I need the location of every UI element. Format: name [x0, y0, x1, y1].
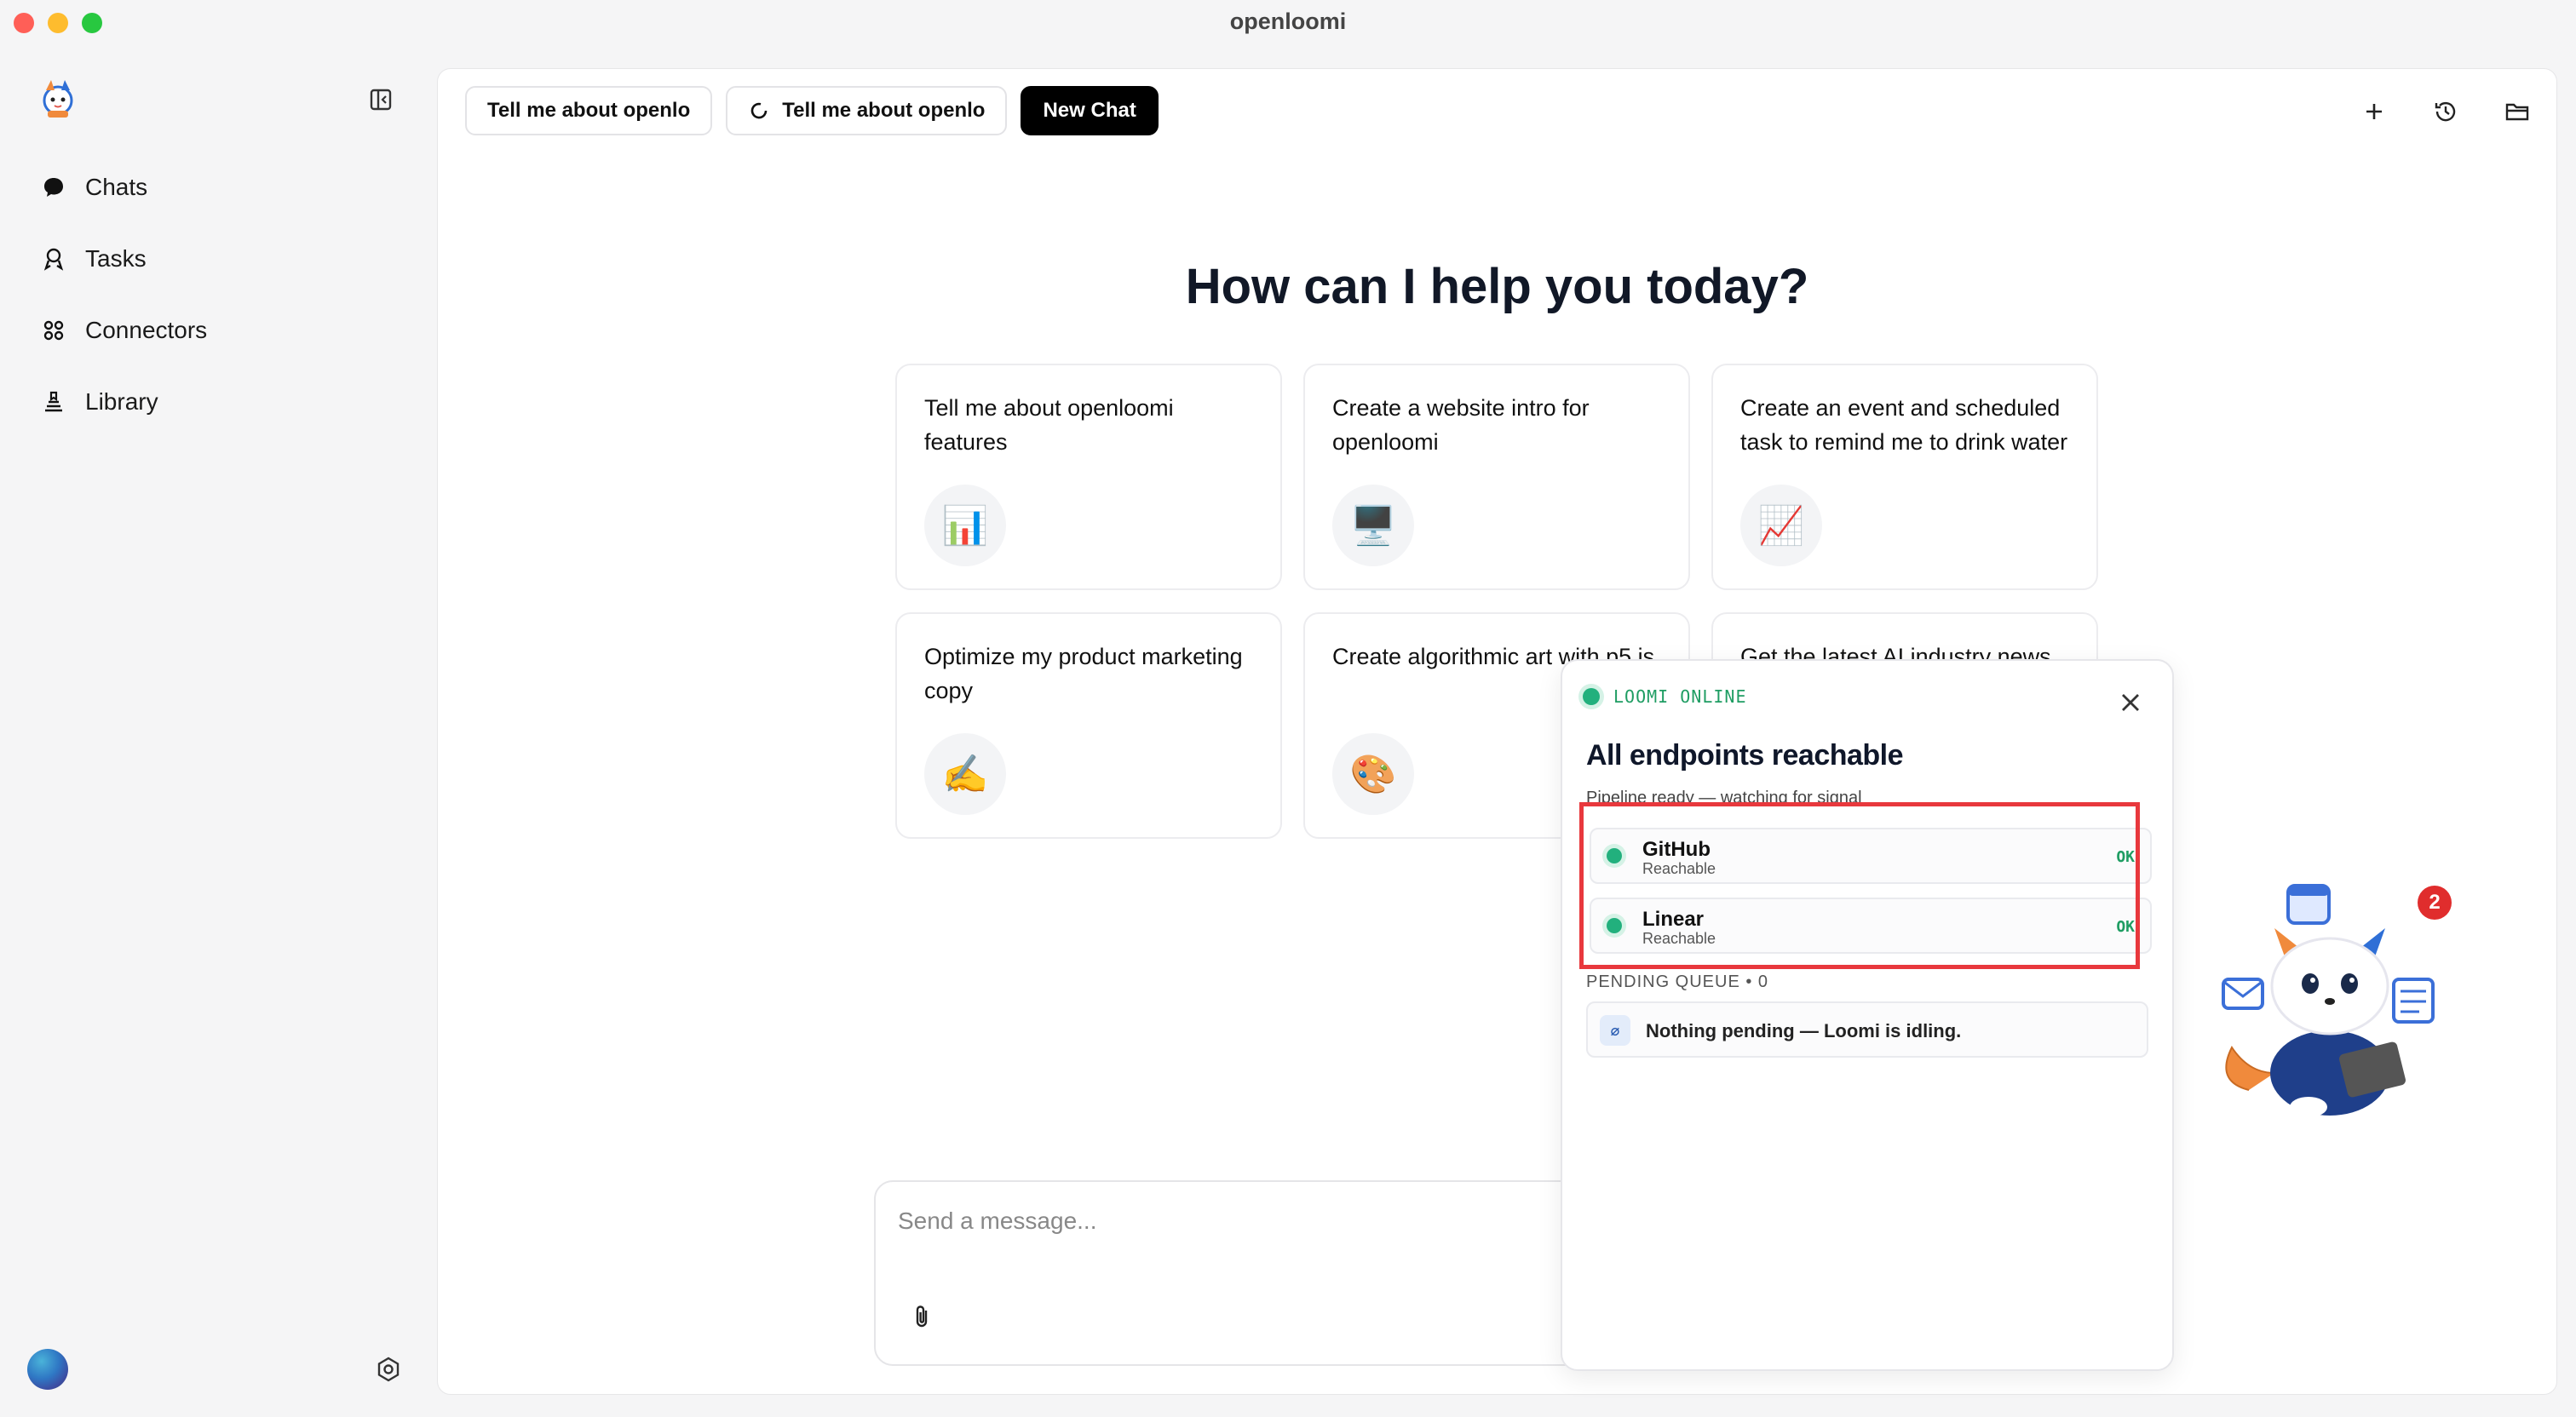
message-input[interactable]: [896, 1199, 1581, 1243]
paperclip-icon[interactable]: [908, 1303, 937, 1332]
suggestion-text: Optimize my product marketing copy: [924, 644, 1243, 703]
desktop-computer-icon: 🖥️: [1332, 485, 1414, 566]
suggestion-card[interactable]: Create a website intro for openloomi 🖥️: [1303, 364, 1690, 590]
connectors-icon: [43, 320, 64, 341]
sidebar-item-label: Chats: [85, 174, 148, 200]
sidebar-item-label: Library: [85, 388, 158, 415]
chat-tab-bar: Tell me about openlo Tell me about openl…: [465, 86, 1159, 137]
tab-label: New Chat: [1043, 99, 1136, 122]
palette-icon: 🎨: [1332, 733, 1414, 815]
pending-queue-empty: ⌀ Nothing pending — Loomi is idling.: [1586, 1001, 2148, 1058]
tab-chat-2[interactable]: Tell me about openlo: [726, 86, 1008, 135]
title-bar: openloomi: [0, 0, 2576, 46]
app-logo-icon[interactable]: [36, 77, 80, 121]
tab-label: Tell me about openlo: [487, 99, 691, 122]
tasks-icon: [43, 248, 64, 271]
window-title: openloomi: [1229, 9, 1347, 34]
sidebar-item-label: Connectors: [85, 317, 208, 343]
status-popover: LOOMI ONLINE All endpoints reachable Pip…: [1561, 659, 2174, 1371]
suggestion-card[interactable]: Tell me about openloomi features 📊: [895, 364, 1282, 590]
chart-increasing-icon: 📈: [1740, 485, 1822, 566]
sidebar-item-label: Tasks: [85, 245, 147, 272]
folder-icon[interactable]: [2504, 98, 2531, 125]
plus-icon[interactable]: [2360, 98, 2388, 125]
sidebar-collapse-icon[interactable]: [368, 87, 394, 112]
online-label: LOOMI ONLINE: [1613, 686, 1747, 707]
notification-badge[interactable]: 2: [2418, 886, 2452, 920]
mascot-fox-icon[interactable]: [2215, 877, 2453, 1124]
suggestion-text: Create a website intro for openloomi: [1332, 395, 1590, 455]
gear-icon[interactable]: [375, 1356, 402, 1383]
tab-chat-1[interactable]: Tell me about openlo: [465, 86, 713, 135]
queue-empty-text: Nothing pending — Loomi is idling.: [1646, 1020, 1962, 1041]
avatar[interactable]: [27, 1349, 68, 1390]
sidebar-item-connectors[interactable]: Connectors: [41, 307, 207, 354]
header-actions: [2360, 98, 2531, 125]
suggestion-card[interactable]: Create an event and scheduled task to re…: [1711, 364, 2098, 590]
page-title: How can I help you today?: [1185, 259, 1809, 314]
empty-set-icon: ⌀: [1600, 1015, 1630, 1046]
suggestion-text: Tell me about openloomi features: [924, 395, 1174, 455]
sidebar-item-library[interactable]: Library: [41, 378, 158, 426]
close-icon[interactable]: [2119, 691, 2142, 714]
tab-new-chat[interactable]: New Chat: [1021, 86, 1159, 135]
highlight-box: [1579, 802, 2140, 969]
bar-chart-icon: 📊: [924, 485, 1006, 566]
tab-label: Tell me about openlo: [782, 99, 986, 122]
pending-queue-label: PENDING QUEUE • 0: [1586, 972, 1769, 991]
library-icon: [45, 391, 62, 412]
writing-hand-icon: ✍️: [924, 733, 1006, 815]
refresh-icon: [750, 102, 768, 119]
suggestion-card[interactable]: Optimize my product marketing copy ✍️: [895, 612, 1282, 839]
status-title: All endpoints reachable: [1586, 739, 1904, 772]
sidebar-item-chats[interactable]: Chats: [41, 164, 147, 211]
online-status: LOOMI ONLINE: [1583, 686, 1747, 707]
sidebar: Chats Tasks Connectors Library: [0, 46, 434, 1417]
sidebar-item-tasks[interactable]: Tasks: [41, 235, 147, 283]
suggestion-text: Create an event and scheduled task to re…: [1740, 395, 2068, 455]
history-icon[interactable]: [2432, 98, 2459, 125]
chat-bubble-icon: [44, 178, 63, 197]
online-indicator: [1583, 688, 1600, 705]
